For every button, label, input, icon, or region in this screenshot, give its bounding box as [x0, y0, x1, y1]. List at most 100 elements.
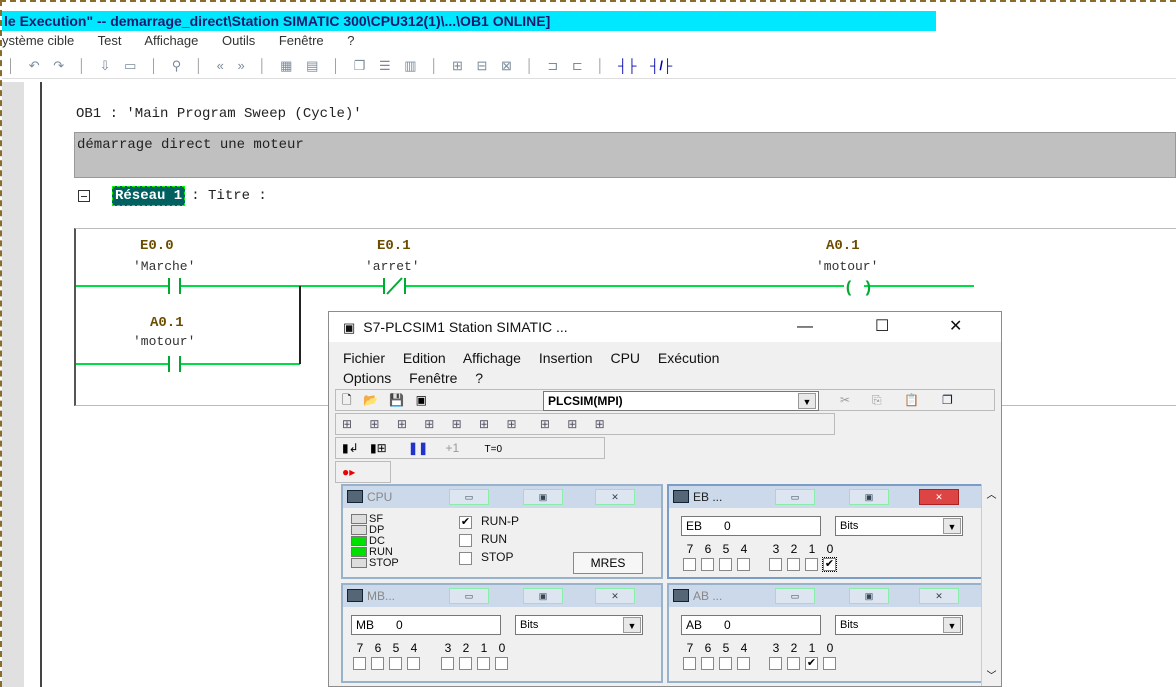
bit-checkbox[interactable] — [683, 657, 696, 670]
cascade-icon[interactable]: ❐ — [942, 390, 953, 410]
bit-checkbox[interactable] — [823, 657, 836, 670]
menu-affichage[interactable]: Affichage — [463, 350, 521, 366]
run-checkbox[interactable] — [459, 534, 472, 547]
network-prev-icon[interactable]: « — [217, 53, 224, 79]
new-icon[interactable]: 🗋 — [342, 393, 352, 407]
open-branch-icon[interactable]: ⊐ — [547, 53, 558, 79]
minimize-icon[interactable]: ▭ — [775, 588, 815, 604]
bit-checkbox[interactable] — [737, 657, 750, 670]
minimize-icon[interactable]: — — [797, 312, 813, 342]
insert-branch-icon[interactable]: ⊠ — [501, 53, 512, 79]
menu-test[interactable]: Test — [98, 33, 122, 48]
insert-vertical-icon[interactable]: ⊞ — [506, 417, 516, 431]
restore-icon[interactable]: ▣ — [849, 588, 889, 604]
mb-address-field[interactable]: MB 0 — [351, 615, 501, 635]
eb-address-field[interactable]: EB 0 — [681, 516, 821, 536]
menu-edition[interactable]: Edition — [403, 350, 446, 366]
connect-icon[interactable]: ▣ — [416, 393, 427, 407]
bit-checkbox[interactable] — [477, 657, 490, 670]
bit-checkbox[interactable] — [441, 657, 454, 670]
insert-row-icon[interactable]: ⊟ — [477, 53, 488, 79]
plcsim-scrollbar[interactable]: ︿ ﹀ — [981, 484, 1001, 686]
run-p-checkbox[interactable]: ✔ — [459, 516, 472, 529]
insert-counter-icon[interactable]: ⊞ — [452, 417, 462, 431]
close-branch-icon[interactable]: ⊏ — [572, 53, 583, 79]
collapse-icon[interactable] — [78, 190, 90, 202]
network-label[interactable]: Réseau 1 — [112, 186, 186, 206]
network-next-icon[interactable]: » — [238, 53, 245, 79]
bit-checkbox[interactable] — [371, 657, 384, 670]
connection-select[interactable]: PLCSIM(MPI) ▼ — [543, 391, 819, 411]
close-icon[interactable]: ✕ — [919, 588, 959, 604]
open-icon[interactable]: 📂 — [363, 393, 378, 407]
bit-checkbox[interactable]: ✔ — [822, 557, 837, 572]
restore-icon[interactable]: ▣ — [849, 489, 889, 505]
copy-icon[interactable]: ⎘ — [872, 390, 882, 410]
bit-checkbox[interactable] — [701, 657, 714, 670]
monitor-glasses-icon[interactable]: ⚲ — [172, 53, 182, 79]
menu-affichage[interactable]: Affichage — [144, 33, 198, 48]
redo-icon[interactable]: ↷ — [53, 53, 64, 79]
insert-accu-icon[interactable]: ⊞ — [540, 417, 550, 431]
save-icon[interactable]: 💾 — [389, 393, 404, 407]
bit-checkbox[interactable] — [787, 558, 800, 571]
cut-icon[interactable]: ✂ — [840, 390, 850, 410]
menu-insertion[interactable]: Insertion — [539, 350, 593, 366]
bit-checkbox[interactable] — [459, 657, 472, 670]
chevron-down-icon[interactable]: ▼ — [943, 617, 961, 633]
bit-checkbox[interactable] — [683, 558, 696, 571]
block-comment[interactable]: démarrage direct une moteur — [74, 132, 1176, 178]
ab-address-field[interactable]: AB 0 — [681, 615, 821, 635]
paste-icon[interactable]: 📋 — [904, 390, 919, 410]
bit-checkbox[interactable] — [769, 657, 782, 670]
next-cycle-button[interactable]: +1 — [445, 441, 459, 455]
minimize-icon[interactable]: ▭ — [775, 489, 815, 505]
close-icon[interactable]: ✕ — [949, 312, 962, 342]
insert-input-icon[interactable]: ⊞ — [342, 417, 352, 431]
stop-checkbox[interactable] — [459, 552, 472, 565]
chevron-down-icon[interactable]: ▼ — [623, 617, 641, 633]
maximize-icon[interactable]: ☐ — [875, 312, 889, 342]
menu-help[interactable]: ? — [347, 33, 354, 48]
window-vertical-icon[interactable]: ▥ — [404, 53, 416, 79]
cpu-panel[interactable]: CPU ▭ ▣ ✕ SF DP DC RUN STOP ✔ RUN-P RUN … — [341, 484, 663, 579]
menu-systeme-cible[interactable]: ystème cible — [2, 33, 74, 48]
bit-checkbox[interactable] — [719, 558, 732, 571]
close-icon[interactable]: ✕ — [919, 489, 959, 505]
mres-button[interactable]: MRES — [573, 552, 643, 574]
insert-output-icon[interactable]: ⊞ — [369, 417, 379, 431]
scroll-down-icon[interactable]: ﹀ — [982, 667, 1001, 682]
minimize-icon[interactable]: ▭ — [449, 489, 489, 505]
window-cascade-icon[interactable]: ❐ — [354, 53, 366, 79]
menu-outils[interactable]: Outils — [222, 33, 255, 48]
download-icon[interactable]: ⇩ — [100, 53, 111, 79]
bit-checkbox[interactable] — [737, 558, 750, 571]
no-contact-icon[interactable]: ┤├ — [618, 53, 636, 79]
eb-format-select[interactable]: Bits ▼ — [835, 516, 963, 536]
bit-checkbox[interactable] — [787, 657, 800, 670]
insert-generic-icon[interactable]: ⊞ — [479, 417, 489, 431]
ab-format-select[interactable]: Bits ▼ — [835, 615, 963, 635]
bit-checkbox[interactable] — [719, 657, 732, 670]
eb-panel[interactable]: EB ... ▭ ▣ ✕ EB 0 Bits ▼ 76543210 ✔ — [667, 484, 983, 579]
bit-checkbox[interactable]: ✔ — [805, 657, 818, 670]
plcsim-window[interactable]: ▣ S7-PLCSIM1 Station SIMATIC ... — ☐ ✕ Fi… — [328, 311, 1002, 687]
menu-fichier[interactable]: Fichier — [343, 350, 385, 366]
nc-contact-icon[interactable]: ┤/├ — [650, 53, 672, 79]
bit-checkbox[interactable] — [389, 657, 402, 670]
scroll-up-icon[interactable]: ︿ — [982, 486, 1001, 501]
restore-icon[interactable]: ▣ — [523, 588, 563, 604]
window-horizontal-icon[interactable]: ☰ — [379, 53, 391, 79]
bit-checkbox[interactable] — [701, 558, 714, 571]
menu-fenetre[interactable]: Fenêtre — [279, 33, 324, 48]
menu-fenetre[interactable]: Fenêtre — [409, 370, 457, 386]
close-icon[interactable]: ✕ — [595, 489, 635, 505]
monitor-icon[interactable]: ▭ — [124, 53, 136, 79]
close-icon[interactable]: ✕ — [595, 588, 635, 604]
pause-icon[interactable]: ❚❚ — [408, 441, 428, 455]
ab-panel[interactable]: AB ... ▭ ▣ ✕ AB 0 Bits ▼ 76543210 ✔ — [667, 583, 983, 683]
menu-execution[interactable]: Exécution — [658, 350, 719, 366]
record-icon[interactable]: ●▸ — [342, 465, 355, 479]
minimize-icon[interactable]: ▭ — [449, 588, 489, 604]
bit-checkbox[interactable] — [353, 657, 366, 670]
